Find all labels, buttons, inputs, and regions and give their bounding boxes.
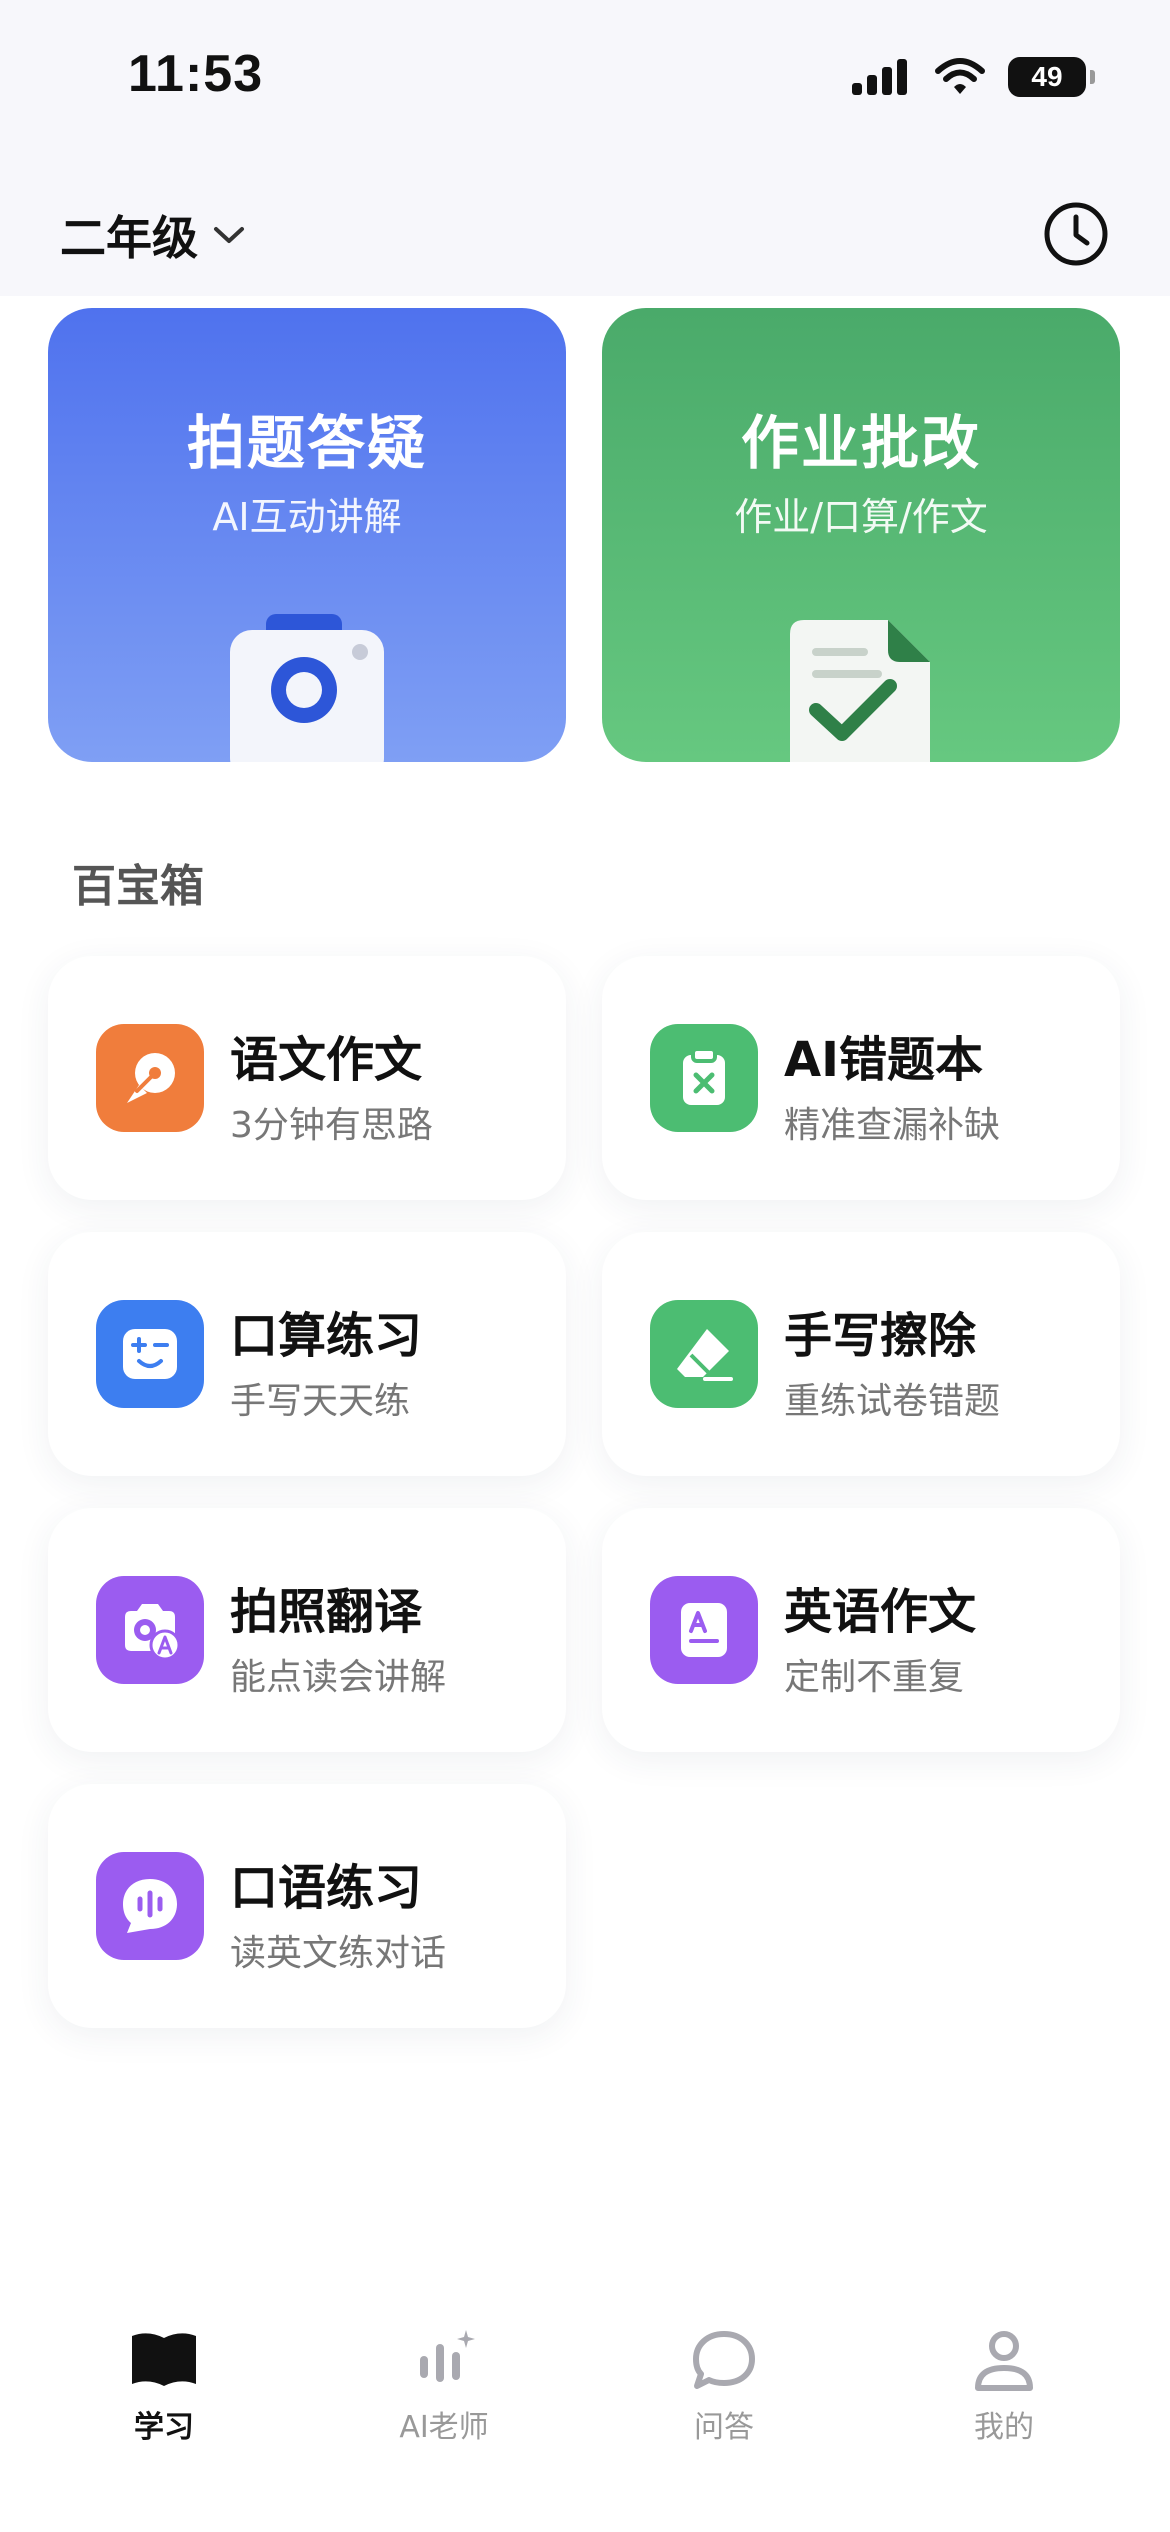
camera-icon [230, 614, 384, 762]
hero-title: 作业批改 [740, 409, 981, 477]
status-time: 11:53 [128, 45, 264, 103]
letter-doc-icon [650, 1576, 758, 1684]
history-clock-icon[interactable] [1042, 200, 1110, 268]
tool-title: 英语作文 [784, 1584, 977, 1640]
tab-me[interactable]: 我的 [914, 2328, 1094, 2446]
tool-subtitle: 手写天天练 [230, 1381, 411, 1422]
top-bar: 二年级 [0, 150, 1170, 296]
battery-level: 49 [1031, 61, 1063, 92]
tool-card-photo-translate[interactable]: 拍照翻译 能点读会讲解 [48, 1508, 566, 1752]
battery-icon: 49 [1008, 57, 1095, 97]
tool-title: 口语练习 [230, 1860, 423, 1916]
pen-nib-icon [96, 1024, 204, 1132]
tool-card-oral-practice[interactable]: 口语练习 读英文练对话 [48, 1784, 566, 2028]
hero-title: 拍题答疑 [186, 409, 427, 477]
tool-card-handwriting-erase[interactable]: 手写擦除 重练试卷错题 [602, 1232, 1120, 1476]
tab-bar: 学习 AI老师 问答 我的 [0, 2290, 1170, 2532]
grade-label: 二年级 [60, 211, 198, 265]
tool-title: 语文作文 [230, 1032, 423, 1088]
tool-title: 手写擦除 [784, 1308, 977, 1364]
ai-teacher-icon [420, 2330, 475, 2382]
tool-title: 拍照翻译 [230, 1584, 423, 1640]
tab-ai-teacher[interactable]: AI老师 [354, 2328, 534, 2446]
tool-subtitle: 定制不重复 [784, 1657, 965, 1698]
clipboard-x-icon [650, 1024, 758, 1132]
document-check-icon [790, 620, 930, 762]
hero-subtitle: AI互动讲解 [212, 495, 402, 539]
user-icon [975, 2331, 1033, 2391]
wifi-icon [935, 58, 985, 94]
tool-subtitle: 读英文练对话 [230, 1933, 447, 1974]
eraser-icon [650, 1300, 758, 1408]
tool-subtitle: 3分钟有思路 [230, 1105, 433, 1146]
tool-subtitle: 重练试卷错题 [784, 1381, 1001, 1422]
status-icons: 49 [850, 54, 1095, 100]
tool-card-ai-mistakes[interactable]: AI错题本 精准查漏补缺 [602, 956, 1120, 1200]
tab-label: 学习 [134, 2410, 194, 2445]
tab-label: 问答 [694, 2410, 754, 2445]
tool-card-chinese-essay[interactable]: 语文作文 3分钟有思路 [48, 956, 566, 1200]
hero-subtitle: 作业/口算/作文 [734, 495, 988, 539]
camera-translate-icon [96, 1576, 204, 1684]
chat-bubble-icon [693, 2331, 755, 2389]
chevron-down-icon [214, 227, 244, 243]
tab-label: AI老师 [399, 2410, 489, 2445]
photo-qa-card[interactable]: 拍题答疑 AI互动讲解 [48, 308, 566, 762]
book-icon [132, 2333, 196, 2386]
app-screen: 11:53 49 二年级 拍题答疑 AI互动讲解 作业批改 作业/口算/作文 百… [0, 0, 1170, 2532]
tab-study[interactable]: 学习 [74, 2328, 254, 2446]
tool-title: AI错题本 [784, 1032, 984, 1088]
tool-card-english-essay[interactable]: 英语作文 定制不重复 [602, 1508, 1120, 1752]
status-bar: 11:53 49 [0, 0, 1170, 150]
math-face-icon [96, 1300, 204, 1408]
tool-subtitle: 精准查漏补缺 [784, 1105, 1001, 1146]
tool-title: 口算练习 [230, 1308, 423, 1364]
toolbox-title: 百宝箱 [72, 861, 204, 912]
voice-chat-icon [96, 1852, 204, 1960]
cellular-signal-icon [852, 59, 907, 95]
tab-label: 我的 [974, 2410, 1034, 2445]
tool-subtitle: 能点读会讲解 [230, 1657, 447, 1698]
grade-selector[interactable]: 二年级 [60, 202, 246, 268]
homework-check-card[interactable]: 作业批改 作业/口算/作文 [602, 308, 1120, 762]
tool-card-mental-math[interactable]: 口算练习 手写天天练 [48, 1232, 566, 1476]
tab-qa[interactable]: 问答 [634, 2328, 814, 2446]
